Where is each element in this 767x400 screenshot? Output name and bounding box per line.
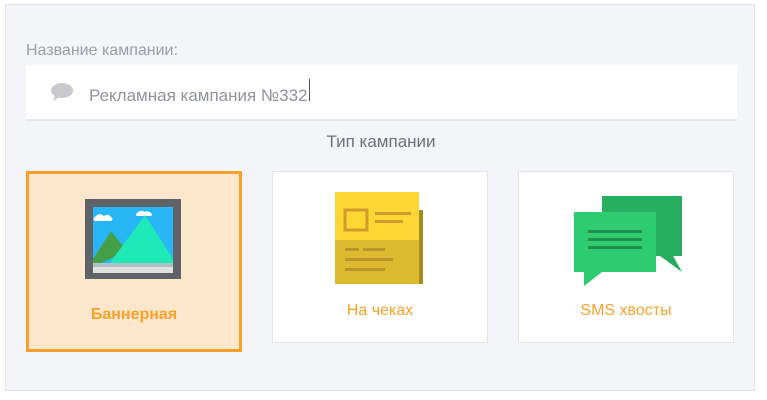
receipt-icon xyxy=(335,192,423,284)
sms-chat-icon xyxy=(574,196,682,286)
campaign-type-label-receipt: На чеках xyxy=(346,302,414,319)
chat-bubble-icon xyxy=(51,83,73,101)
campaign-type-label-sms: SMS хвосты xyxy=(580,302,672,319)
banner-image-icon xyxy=(85,199,181,279)
campaign-form-panel: Название кампании: Рекламная кампания №3… xyxy=(5,4,755,391)
campaign-type-title: Тип кампании xyxy=(326,132,436,151)
campaign-name-value: Рекламная кампания №332 xyxy=(89,78,310,106)
campaign-type-card-sms[interactable]: SMS хвосты xyxy=(518,171,734,343)
campaign-name-input[interactable]: Рекламная кампания №332 xyxy=(26,65,737,121)
campaign-type-card-banner[interactable]: Баннерная xyxy=(26,171,242,352)
campaign-name-label: Название кампании: xyxy=(26,42,178,59)
campaign-name-text: Рекламная кампания №332 xyxy=(89,85,308,105)
campaign-type-label-banner: Баннерная xyxy=(90,306,178,323)
campaign-type-card-receipt[interactable]: На чеках xyxy=(272,171,488,343)
text-caret xyxy=(308,78,310,101)
